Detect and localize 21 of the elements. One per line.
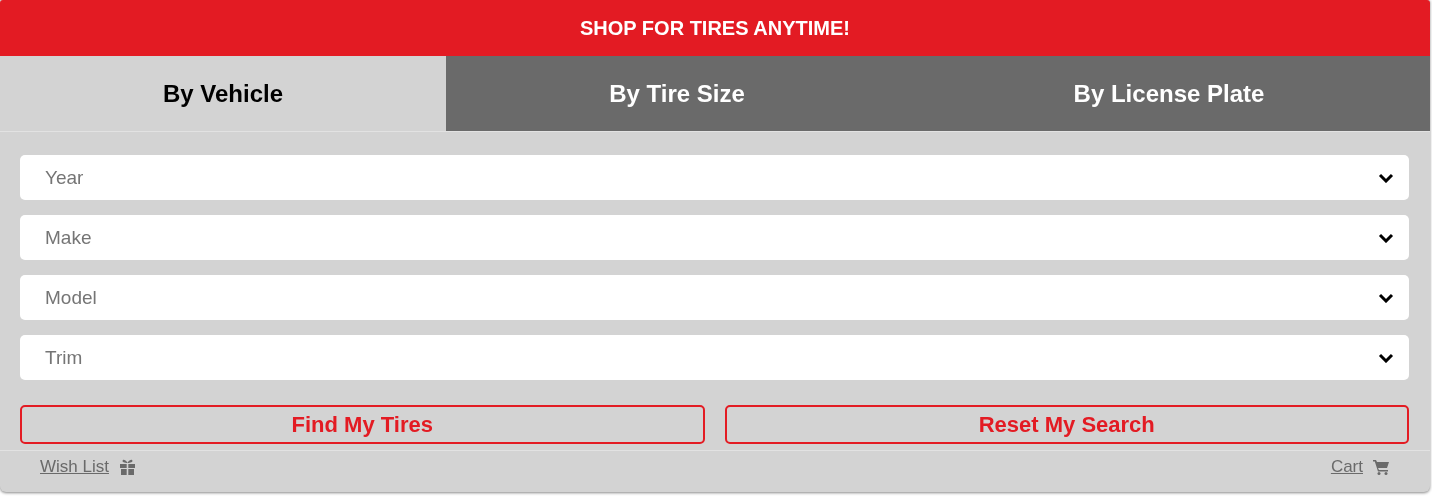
wish-list-link[interactable]: Wish List (40, 457, 109, 477)
select-placeholder: Trim (45, 346, 84, 369)
reset-button[interactable]: Reset My Search (724, 405, 1409, 444)
chevron-down-icon (1378, 292, 1394, 303)
chevron-down-icon (1378, 352, 1394, 363)
banner-title: SHOP FOR TIRES ANYTIME! (580, 16, 850, 40)
select-field[interactable]: Model (20, 275, 1409, 320)
find-button[interactable]: Find My Tires (20, 405, 705, 444)
gift-icon (118, 459, 136, 475)
select-field[interactable]: Year (20, 155, 1409, 200)
select-placeholder: Model (45, 286, 98, 309)
select-placeholder: Make (45, 226, 93, 249)
cart-link[interactable]: Cart (1330, 457, 1363, 477)
select-placeholder: Year (45, 166, 85, 189)
select-field[interactable]: Make (20, 215, 1409, 260)
chevron-down-icon (1378, 172, 1394, 183)
chevron-down-icon (1378, 232, 1394, 243)
tab[interactable]: By Tire Size (446, 56, 908, 131)
cart-icon (1373, 459, 1390, 475)
select-field[interactable]: Trim (20, 335, 1409, 380)
tab[interactable]: By License Plate (908, 56, 1430, 131)
